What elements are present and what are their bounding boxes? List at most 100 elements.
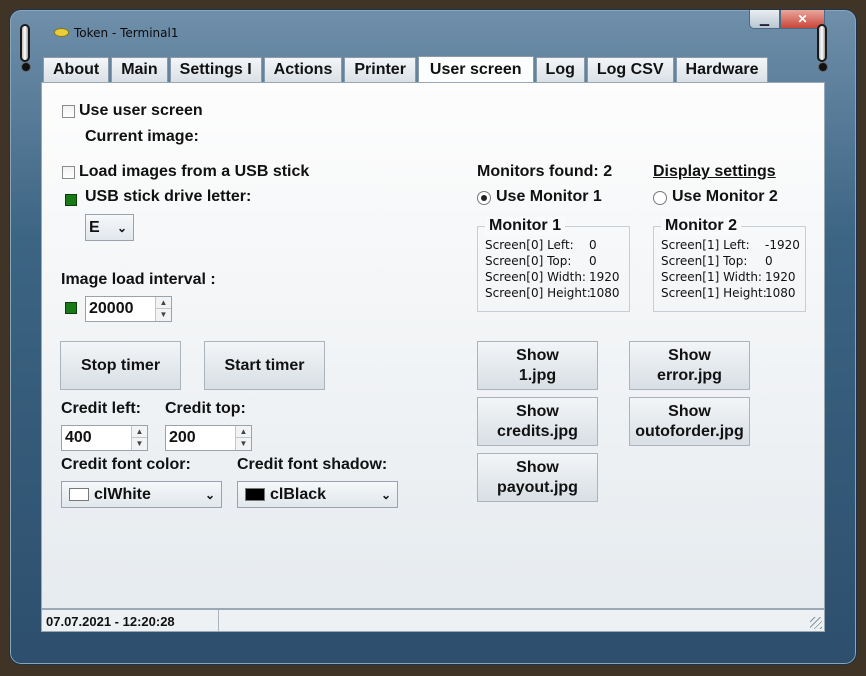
tab-about[interactable]: About [43,57,110,82]
monitor-1-top-key: Screen[0] Top: [485,254,572,268]
use-monitor-2-radio[interactable] [653,191,667,205]
tab-log-csv[interactable]: Log CSV [586,57,674,82]
status-datetime: 07.07.2021 - 12:20:28 [42,610,219,631]
binder-ring-right [817,24,827,62]
monitor-2-left-value: -1920 [765,238,800,252]
monitor-2-height-value: 1080 [765,286,796,300]
resize-grip-icon[interactable] [810,617,822,629]
monitor-1-height-key: Screen[0] Height: [485,286,591,300]
binder-ring-left-hole [21,62,31,72]
show-error-jpg-button[interactable]: Show error.jpg [629,341,750,390]
chevron-down-icon: ⌄ [205,488,216,502]
show-payout-jpg-line1: Show [516,458,559,476]
image-interval-value: 20000 [89,300,134,317]
credit-font-color-label: Credit font color: [61,456,191,473]
credit-font-shadow-label: Credit font shadow: [237,456,388,473]
monitor-1-width-key: Screen[0] Width: [485,270,586,284]
color-swatch [245,488,265,501]
use-user-screen-checkbox[interactable] [62,105,75,118]
monitor-2-top-value: 0 [765,254,773,268]
tab-actions[interactable]: Actions [263,57,343,82]
credit-top-input[interactable]: 200 ▲ ▼ [165,425,252,451]
show-1-jpg-line1: Show [516,346,559,364]
spin-down-icon[interactable]: ▼ [236,438,251,450]
usb-drive-select[interactable]: E ⌄ [85,214,134,241]
tab-main[interactable]: Main [111,57,168,82]
tab-hardware[interactable]: Hardware [675,57,769,82]
spin-down-icon[interactable]: ▼ [132,438,147,450]
credit-left-spinner[interactable]: ▲ ▼ [131,426,147,450]
caption-buttons: ▁ ✕ [749,10,825,30]
usb-drive-led [65,194,77,206]
monitor-1-height-value: 1080 [589,286,620,300]
credit-left-label: Credit left: [61,400,141,417]
credit-font-shadow-select[interactable]: clBlack ⌄ [237,481,398,508]
load-usb-label[interactable]: Load images from a USB stick [79,163,309,181]
credit-top-value: 200 [169,429,196,446]
monitor-2-height-key: Screen[1] Height: [661,286,767,300]
window-title: Token - Terminal1 [74,26,179,40]
show-outoforder-jpg-button[interactable]: Show outoforder.jpg [629,397,750,446]
credit-font-shadow-value: clBlack [270,486,327,503]
spin-up-icon[interactable]: ▲ [156,297,171,309]
monitor-2-width-value: 1920 [765,270,796,284]
tab-printer[interactable]: Printer [344,57,416,82]
minimize-button[interactable]: ▁ [749,10,780,29]
show-payout-jpg-button[interactable]: Show payout.jpg [477,453,598,502]
binder-ring-left [20,24,30,62]
use-monitor-2-label[interactable]: Use Monitor 2 [672,188,778,206]
credit-left-input[interactable]: 400 ▲ ▼ [61,425,148,451]
tab-bar: About Main Settings I Actions Printer Us… [43,56,770,83]
start-timer-button[interactable]: Start timer [204,341,325,390]
spin-down-icon[interactable]: ▼ [156,309,171,321]
chevron-down-icon: ⌄ [117,221,128,235]
image-interval-label: Image load interval : [61,271,216,288]
tab-log[interactable]: Log [535,57,585,82]
show-outoforder-jpg-line2: outoforder.jpg [635,422,744,440]
show-payout-jpg-line2: payout.jpg [497,478,578,496]
monitor-1-width-value: 1920 [589,270,620,284]
show-outoforder-jpg-line1: Show [668,402,711,420]
credit-font-color-value: clWhite [94,486,151,503]
monitor-1-title: Monitor 1 [485,217,565,235]
use-monitor-1-label[interactable]: Use Monitor 1 [496,188,602,206]
status-bar: 07.07.2021 - 12:20:28 [41,609,825,632]
monitor-1-top-value: 0 [589,254,597,268]
monitors-found-label: Monitors found: 2 [477,163,613,180]
show-error-jpg-line1: Show [668,346,711,364]
usb-drive-label: USB stick drive letter: [85,188,252,205]
image-interval-led [65,302,77,314]
show-credits-jpg-line1: Show [516,402,559,420]
monitor-2-top-key: Screen[1] Top: [661,254,748,268]
monitor-1-left-key: Screen[0] Left: [485,238,574,252]
current-image-label: Current image: [85,128,199,145]
show-credits-jpg-line2: credits.jpg [497,422,578,440]
show-1-jpg-button[interactable]: Show 1.jpg [477,341,598,390]
use-user-screen-label[interactable]: Use user screen [79,102,203,120]
monitor-1-left-value: 0 [589,238,597,252]
usb-drive-value: E [89,219,100,236]
tab-settings-i[interactable]: Settings I [169,57,262,82]
credit-top-label: Credit top: [165,400,246,417]
binder-ring-right-hole [818,62,828,72]
credit-left-value: 400 [65,429,92,446]
monitor-2-title: Monitor 2 [661,217,741,235]
color-swatch [69,488,89,501]
credit-font-color-select[interactable]: clWhite ⌄ [61,481,222,508]
spin-up-icon[interactable]: ▲ [236,426,251,438]
show-1-jpg-line2: 1.jpg [518,366,557,384]
image-interval-spinner[interactable]: ▲ ▼ [155,297,171,321]
stop-timer-button[interactable]: Stop timer [60,341,181,390]
tab-user-screen[interactable]: User screen [417,56,534,83]
spin-up-icon[interactable]: ▲ [132,426,147,438]
credit-top-spinner[interactable]: ▲ ▼ [235,426,251,450]
image-interval-input[interactable]: 20000 ▲ ▼ [85,296,172,322]
use-monitor-1-radio[interactable] [477,191,491,205]
app-icon [54,28,69,37]
show-credits-jpg-button[interactable]: Show credits.jpg [477,397,598,446]
display-settings-link[interactable]: Display settings [653,163,776,181]
show-error-jpg-line2: error.jpg [657,366,722,384]
monitor-2-left-key: Screen[1] Left: [661,238,750,252]
load-usb-checkbox[interactable] [62,166,75,179]
monitor-2-width-key: Screen[1] Width: [661,270,762,284]
